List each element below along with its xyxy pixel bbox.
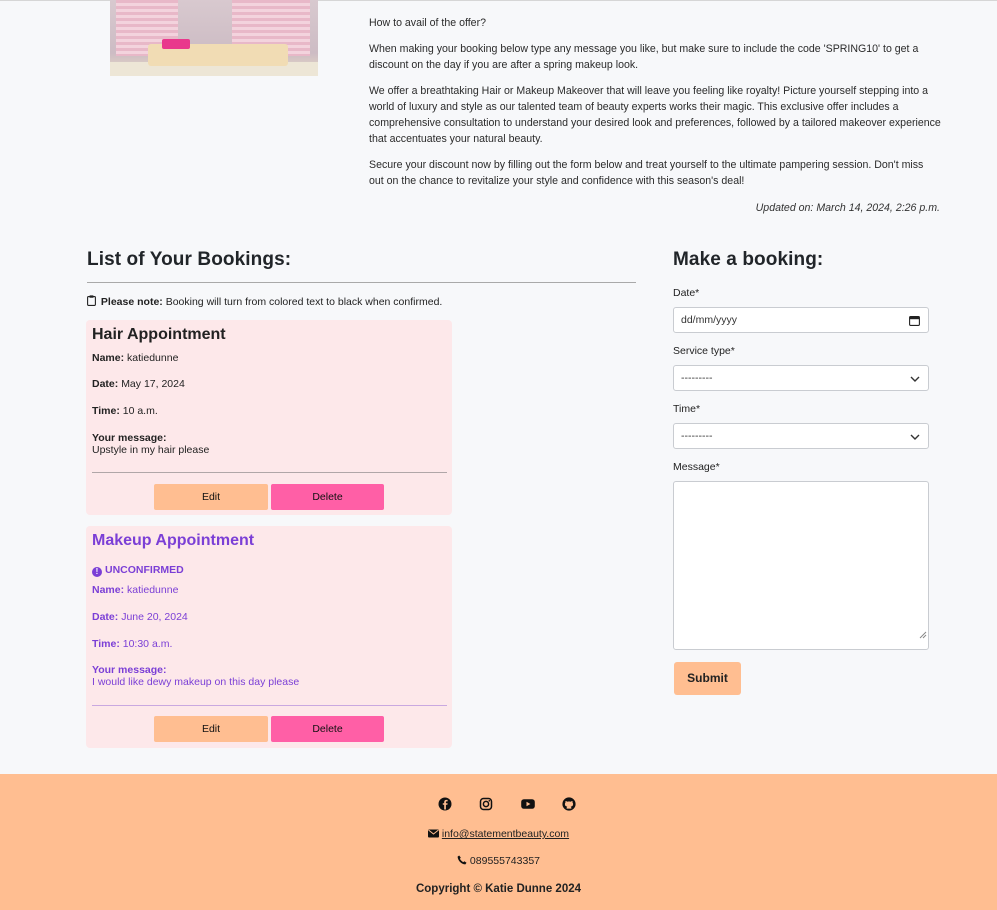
phone-number: 089555743357 xyxy=(469,855,540,867)
updated-timestamp: Updated on: March 14, 2024, 2:26 p.m. xyxy=(755,202,940,214)
clipboard-icon xyxy=(87,295,96,309)
time-label: Time: xyxy=(92,638,120,650)
status-badge: ! UNCONFIRMED xyxy=(92,564,184,577)
message-value: Upstyle in my hair please xyxy=(92,444,210,456)
info-circle-icon: ! xyxy=(92,567,102,577)
message-field-label: Message* xyxy=(673,461,720,473)
calendar-icon[interactable] xyxy=(909,308,920,336)
offer-paragraph: When making your booking below type any … xyxy=(369,43,919,71)
booking-card-makeup: Makeup Appointment ! UNCONFIRMED Name: ka… xyxy=(86,526,452,748)
date-input[interactable]: dd/mm/yyyy xyxy=(673,307,929,333)
name-label: Name: xyxy=(92,584,125,596)
bookings-title: List of Your Bookings: xyxy=(87,249,292,270)
date-label: Date: xyxy=(92,611,119,623)
service-type-select[interactable]: --------- xyxy=(673,365,929,391)
name-value: katiedunne xyxy=(127,584,179,596)
phone-icon xyxy=(457,855,470,867)
submit-button[interactable]: Submit xyxy=(674,662,741,695)
delete-button[interactable]: Delete xyxy=(271,484,384,510)
booking-date: Date: May 17, 2024 xyxy=(92,378,185,390)
email-link[interactable]: info@statementbeauty.com xyxy=(442,828,569,840)
message-label: Your message: xyxy=(92,432,167,444)
copyright: Copyright © Katie Dunne 2024 xyxy=(415,883,582,895)
booking-message: Your message: I would like dewy makeup o… xyxy=(92,664,299,688)
offer-image xyxy=(110,0,318,76)
edit-button[interactable]: Edit xyxy=(154,716,268,742)
date-field-label: Date* xyxy=(673,287,700,299)
delete-button[interactable]: Delete xyxy=(271,716,384,742)
status-text: UNCONFIRMED xyxy=(105,564,184,576)
booking-message: Your message: Upstyle in my hair please xyxy=(92,432,209,456)
offer-description: How to avail of the offer? When making y… xyxy=(369,15,941,199)
note-text: Booking will turn from colored text to b… xyxy=(165,296,443,308)
bookings-divider xyxy=(87,282,636,283)
message-textarea[interactable] xyxy=(673,481,929,650)
footer-phone: 089555743357 xyxy=(0,855,997,867)
booking-time: Time: 10:30 a.m. xyxy=(92,638,172,650)
time-field-label: Time* xyxy=(673,403,701,415)
time-label: Time: xyxy=(92,405,120,417)
chevron-down-icon xyxy=(910,366,920,394)
pink-pillow xyxy=(162,39,190,49)
footer: info@statementbeauty.com 089555743357 Co… xyxy=(0,774,997,910)
offer-paragraph: Secure your discount now by filling out … xyxy=(369,159,924,187)
time-value: 10:30 a.m. xyxy=(122,638,173,650)
booking-time: Time: 10 a.m. xyxy=(92,405,158,417)
instagram-icon[interactable] xyxy=(478,796,494,812)
card-divider xyxy=(92,705,447,706)
edit-button[interactable]: Edit xyxy=(154,484,268,510)
booking-name: Name: katiedunne xyxy=(92,352,178,364)
time-select[interactable]: --------- xyxy=(673,423,929,449)
date-value: June 20, 2024 xyxy=(121,611,188,623)
youtube-icon[interactable] xyxy=(520,796,536,812)
name-value: katiedunne xyxy=(127,352,179,364)
envelope-icon xyxy=(427,828,442,840)
resize-handle-icon[interactable] xyxy=(919,624,927,648)
date-value: May 17, 2024 xyxy=(121,378,185,390)
message-label: Your message: xyxy=(92,664,167,676)
message-value: I would like dewy makeup on this day ple… xyxy=(92,676,300,688)
booking-title: Hair Appointment xyxy=(92,326,226,343)
card-divider xyxy=(92,472,447,473)
booking-name: Name: katiedunne xyxy=(92,584,178,596)
service-type-label: Service type* xyxy=(673,345,735,357)
social-links xyxy=(437,796,577,812)
offer-paragraph: We offer a breathtaking Hair or Makeup M… xyxy=(369,85,941,145)
date-placeholder: dd/mm/yyyy xyxy=(681,314,738,326)
time-select-value: --------- xyxy=(681,430,713,442)
service-type-value: --------- xyxy=(681,372,713,384)
time-value: 10 a.m. xyxy=(122,405,158,417)
note-label: Please note: xyxy=(100,296,163,308)
facebook-icon[interactable] xyxy=(437,796,453,812)
name-label: Name: xyxy=(92,352,125,364)
booking-note: Please note: Booking will turn from colo… xyxy=(87,295,442,309)
chevron-down-icon xyxy=(910,424,920,452)
offer-paragraph: How to avail of the offer? xyxy=(369,17,486,29)
booking-date: Date: June 20, 2024 xyxy=(92,611,188,623)
booking-title: Makeup Appointment xyxy=(92,532,255,549)
booking-form-title: Make a booking: xyxy=(673,249,824,270)
date-label: Date: xyxy=(92,378,119,390)
footer-email: info@statementbeauty.com xyxy=(0,828,997,840)
booking-card-hair: Hair Appointment Name: katiedunne Date: … xyxy=(86,320,452,515)
github-icon[interactable] xyxy=(561,796,577,812)
